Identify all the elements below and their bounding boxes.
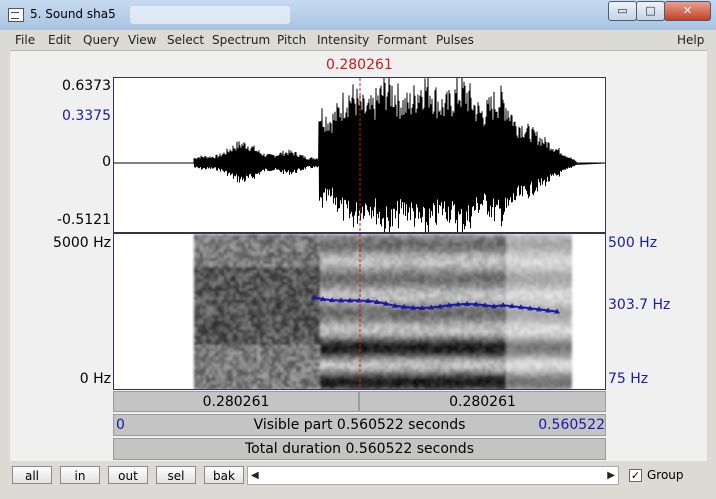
title-blur: [130, 6, 290, 24]
wave-zero-label: 0: [102, 154, 111, 170]
menu-spectrum[interactable]: Spectrum: [212, 33, 270, 47]
scroll-right-arrow-icon[interactable]: ▶: [607, 470, 615, 481]
wave-marker-label: 0.3375: [62, 108, 111, 124]
zoom-back-button[interactable]: bak: [204, 466, 244, 484]
minimize-button[interactable]: ▭: [608, 1, 637, 21]
maximize-button[interactable]: □: [636, 1, 665, 21]
time-scrollbar[interactable]: ◀ ▶: [247, 466, 619, 485]
menu-select[interactable]: Select: [167, 33, 204, 47]
visible-start-label: 0: [116, 417, 125, 433]
pitch-top-label: 500 Hz: [608, 235, 658, 251]
wave-max-label: 0.6373: [62, 78, 111, 94]
visible-part-bar[interactable]: Visible part 0.560522 seconds: [113, 414, 606, 436]
spectrogram-image: [194, 234, 572, 390]
window-title: 5. Sound sha5: [30, 7, 116, 21]
zoom-out-button[interactable]: out: [108, 466, 148, 484]
wave-min-label: -0.5121: [56, 212, 111, 228]
close-button[interactable]: ✕: [664, 1, 711, 21]
zoom-selection-button[interactable]: sel: [156, 466, 196, 484]
zoom-in-button[interactable]: in: [60, 466, 100, 484]
cursor-time-label: 0.280261: [326, 57, 393, 73]
waveform-svg: [114, 70, 606, 239]
spec-top-label: 5000 Hz: [53, 235, 111, 251]
left-segment-bar[interactable]: 0.280261: [113, 391, 359, 412]
menu-pitch[interactable]: Pitch: [277, 33, 306, 47]
zoom-all-button[interactable]: all: [12, 466, 52, 484]
right-segment-bar[interactable]: 0.280261: [359, 391, 606, 412]
group-checkbox[interactable]: ✓: [629, 469, 642, 482]
spec-bottom-label: 0 Hz: [79, 371, 111, 387]
checkmark-icon: ✓: [630, 469, 641, 482]
menu-file[interactable]: File: [15, 33, 35, 47]
title-bar: 5. Sound sha5 ▭ □ ✕: [0, 0, 716, 30]
menu-edit[interactable]: Edit: [48, 33, 71, 47]
spectrogram-panel[interactable]: [113, 233, 606, 390]
group-label: Group: [647, 468, 684, 482]
app-icon: [8, 8, 24, 22]
total-duration-bar[interactable]: Total duration 0.560522 seconds: [113, 438, 606, 460]
menu-formant[interactable]: Formant: [377, 33, 427, 47]
spectrogram-svg: [194, 234, 572, 390]
menu-help[interactable]: Help: [677, 33, 704, 47]
pitch-bottom-label: 75 Hz: [608, 371, 649, 387]
menu-bar: File Edit Query View Select Spectrum Pit…: [10, 31, 707, 51]
menu-query[interactable]: Query: [83, 33, 119, 47]
menu-view[interactable]: View: [128, 33, 156, 47]
scroll-left-arrow-icon[interactable]: ◀: [251, 470, 259, 481]
praat-sound-window: 5. Sound sha5 ▭ □ ✕ File Edit Query View…: [0, 0, 716, 499]
waveform-panel[interactable]: [113, 70, 606, 239]
pitch-mid-label: 303.7 Hz: [608, 297, 671, 313]
menu-pulses[interactable]: Pulses: [436, 33, 474, 47]
visible-end-label: 0.560522: [538, 417, 605, 433]
menu-intensity[interactable]: Intensity: [317, 33, 369, 47]
